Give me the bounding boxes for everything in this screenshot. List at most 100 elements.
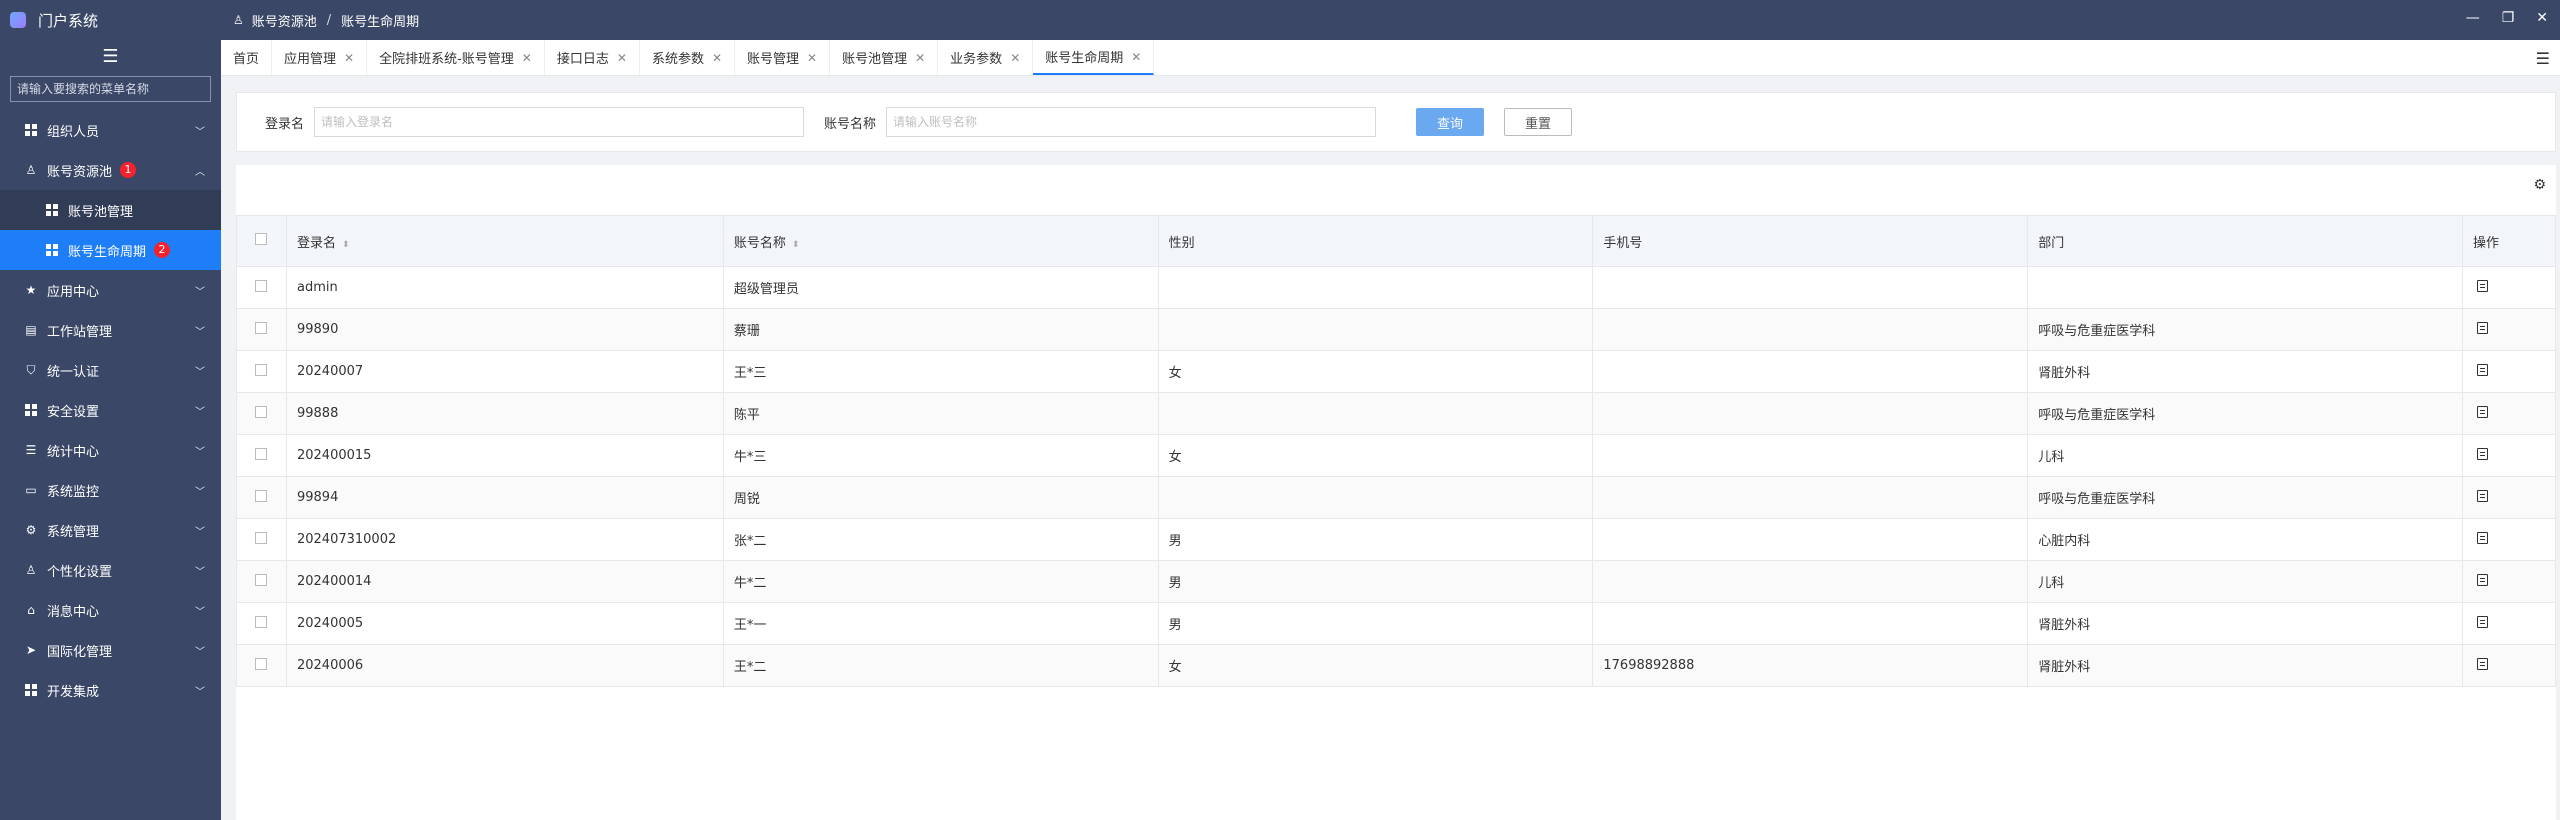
- cell-name: 超级管理员: [722, 266, 1159, 309]
- top-bar: ♙ 账号资源池 / 账号生命周期 — ❐ ✕: [221, 0, 2560, 40]
- close-icon[interactable]: ✕: [2536, 10, 2548, 26]
- sidebar-item-account-pool-manage[interactable]: 账号池管理: [0, 190, 221, 230]
- close-icon[interactable]: ✕: [617, 51, 627, 65]
- sidebar-item-account-pool[interactable]: ♙ 账号资源池 1 ︿: [0, 150, 221, 190]
- close-icon[interactable]: ✕: [1010, 51, 1020, 65]
- sidebar-item-app-center[interactable]: ★ 应用中心 ﹀: [0, 270, 221, 310]
- row-checkbox[interactable]: [255, 321, 268, 334]
- cell-dept: 呼吸与危重症医学科: [2027, 308, 2463, 351]
- sidebar-item-workstation[interactable]: ▤ 工作站管理 ﹀: [0, 310, 221, 350]
- tab-api-log[interactable]: 接口日志 ✕: [545, 40, 640, 75]
- column-header-gender: 性别: [1157, 215, 1594, 267]
- column-label: 账号名称: [733, 235, 786, 251]
- tab-business-params[interactable]: 业务参数 ✕: [938, 40, 1034, 75]
- row-checkbox[interactable]: [255, 573, 268, 586]
- sidebar-item-org[interactable]: 组织人员 ﹀: [0, 110, 221, 150]
- chevron-down-icon: ﹀: [195, 447, 205, 458]
- table-row: 202400015 牛*三女 儿科: [236, 434, 2557, 477]
- column-settings-icon[interactable]: ⚙: [2533, 177, 2546, 193]
- tab-account-pool[interactable]: 账号池管理 ✕: [830, 40, 939, 75]
- reset-button[interactable]: 重置: [1504, 108, 1573, 136]
- document-icon[interactable]: [2476, 321, 2488, 334]
- close-icon[interactable]: ✕: [1131, 50, 1141, 64]
- close-icon[interactable]: ✕: [807, 51, 817, 65]
- menu-search-input[interactable]: [10, 76, 211, 102]
- sort-icon[interactable]: ⬍: [342, 240, 350, 250]
- tab-account-lifecycle[interactable]: 账号生命周期 ✕: [1033, 40, 1155, 75]
- sidebar-item-i18n[interactable]: ➤ 国际化管理 ﹀: [0, 630, 221, 670]
- menu-toggle-icon[interactable]: ☰: [0, 40, 221, 72]
- document-icon[interactable]: [2476, 615, 2488, 628]
- sidebar-item-label: 安全设置: [47, 404, 100, 420]
- close-icon[interactable]: ✕: [344, 51, 354, 65]
- cell-phone: [1592, 602, 2029, 645]
- row-checkbox[interactable]: [255, 405, 268, 418]
- login-name-input[interactable]: [314, 107, 805, 137]
- row-checkbox[interactable]: [255, 363, 268, 376]
- tab-system-params[interactable]: 系统参数 ✕: [640, 40, 736, 75]
- cell-gender: 男: [1157, 518, 1594, 561]
- chevron-down-icon: ﹀: [195, 127, 205, 138]
- sidebar-item-stats[interactable]: ☰ 统计中心 ﹀: [0, 430, 221, 470]
- cell-gender: [1157, 266, 1594, 309]
- tab-account-manage[interactable]: 账号管理 ✕: [735, 40, 831, 75]
- user-icon: ♙: [25, 163, 37, 177]
- app-logo-icon: [10, 12, 26, 28]
- cell-dept: 肾脏外科: [2027, 350, 2463, 393]
- account-name-input[interactable]: [886, 107, 1377, 137]
- row-checkbox[interactable]: [255, 279, 268, 292]
- document-icon[interactable]: [2476, 489, 2488, 502]
- cell-name: 牛*三: [722, 434, 1159, 477]
- tab-home[interactable]: 首页: [221, 40, 273, 75]
- close-icon[interactable]: ✕: [712, 51, 722, 65]
- row-checkbox[interactable]: [255, 447, 268, 460]
- list-icon: ☰: [25, 443, 37, 457]
- row-checkbox[interactable]: [255, 615, 268, 628]
- close-icon[interactable]: ✕: [915, 51, 925, 65]
- tab-scheduling-account[interactable]: 全院排班系统-账号管理 ✕: [367, 40, 545, 75]
- breadcrumb-item[interactable]: 账号资源池: [252, 11, 317, 30]
- document-icon[interactable]: [2476, 279, 2488, 292]
- app-title: 门户系统: [38, 11, 99, 30]
- sort-icon[interactable]: ⬍: [792, 240, 800, 250]
- sidebar-item-security[interactable]: 安全设置 ﹀: [0, 390, 221, 430]
- tab-app-manage[interactable]: 应用管理 ✕: [272, 40, 368, 75]
- row-checkbox[interactable]: [255, 657, 268, 670]
- document-icon[interactable]: [2476, 363, 2488, 376]
- sidebar-item-account-lifecycle[interactable]: 账号生命周期 2: [0, 230, 221, 270]
- chevron-down-icon: ﹀: [195, 567, 205, 578]
- sidebar-item-label: 应用中心: [47, 284, 100, 300]
- chevron-down-icon: ﹀: [195, 527, 205, 538]
- column-header-dept: 部门: [2027, 215, 2463, 267]
- row-select-cell: [236, 560, 287, 603]
- close-icon[interactable]: ✕: [522, 51, 532, 65]
- sidebar-item-system[interactable]: ⚙ 系统管理 ﹀: [0, 510, 221, 550]
- shield-icon: ⛉: [26, 362, 36, 377]
- document-icon[interactable]: [2476, 531, 2488, 544]
- column-header-login[interactable]: 登录名 ⬍: [285, 215, 724, 267]
- document-icon[interactable]: [2476, 657, 2488, 670]
- select-all-checkbox[interactable]: [255, 233, 268, 245]
- cell-login: 20240006: [285, 644, 724, 687]
- table-row: 202400014 牛*二男 儿科: [236, 560, 2557, 603]
- tabs-menu-icon[interactable]: ☰: [2536, 49, 2550, 68]
- restore-icon[interactable]: ❐: [2502, 10, 2515, 26]
- sidebar-item-messages[interactable]: ⌂ 消息中心 ﹀: [0, 590, 221, 630]
- star-icon: ★: [25, 283, 37, 297]
- minimize-icon[interactable]: —: [2466, 10, 2480, 26]
- cell-dept: 儿科: [2027, 434, 2463, 477]
- row-checkbox[interactable]: [255, 531, 268, 544]
- sidebar-item-dev[interactable]: 开发集成 ﹀: [0, 670, 221, 710]
- query-button[interactable]: 查询: [1416, 108, 1485, 136]
- cell-action: [2461, 266, 2557, 309]
- document-icon[interactable]: [2476, 573, 2488, 586]
- row-select-cell: [236, 266, 287, 309]
- document-icon[interactable]: [2476, 447, 2488, 460]
- column-header-name[interactable]: 账号名称 ⬍: [722, 215, 1159, 267]
- sidebar-item-personalize[interactable]: ♙ 个性化设置 ﹀: [0, 550, 221, 590]
- row-checkbox[interactable]: [255, 489, 268, 502]
- cell-phone: [1592, 560, 2029, 603]
- document-icon[interactable]: [2476, 405, 2488, 418]
- sidebar-item-auth[interactable]: ⛉ 统一认证 ﹀: [0, 350, 221, 390]
- sidebar-item-monitor[interactable]: ▭ 系统监控 ﹀: [0, 470, 221, 510]
